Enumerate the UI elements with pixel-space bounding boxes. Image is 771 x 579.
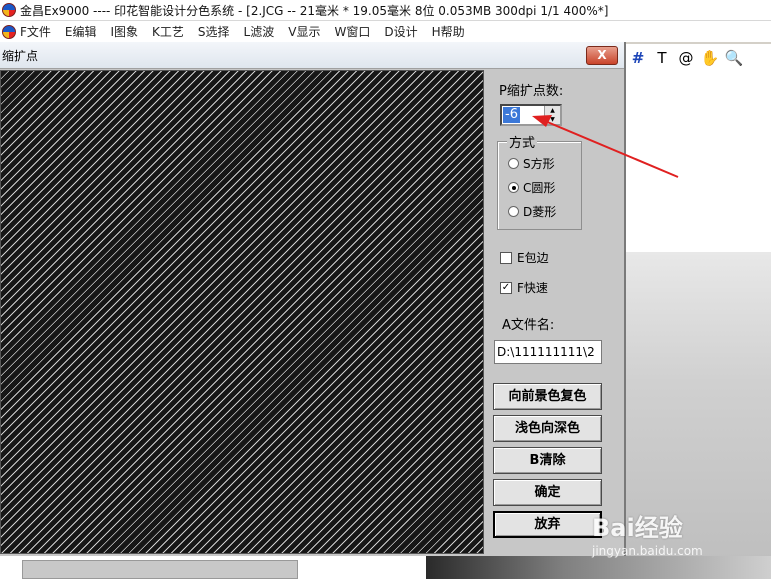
watermark-logo: Bai经验: [592, 514, 683, 542]
annotation-arrow: [532, 115, 679, 178]
watermark-url: jingyan.baidu.com: [592, 544, 703, 558]
